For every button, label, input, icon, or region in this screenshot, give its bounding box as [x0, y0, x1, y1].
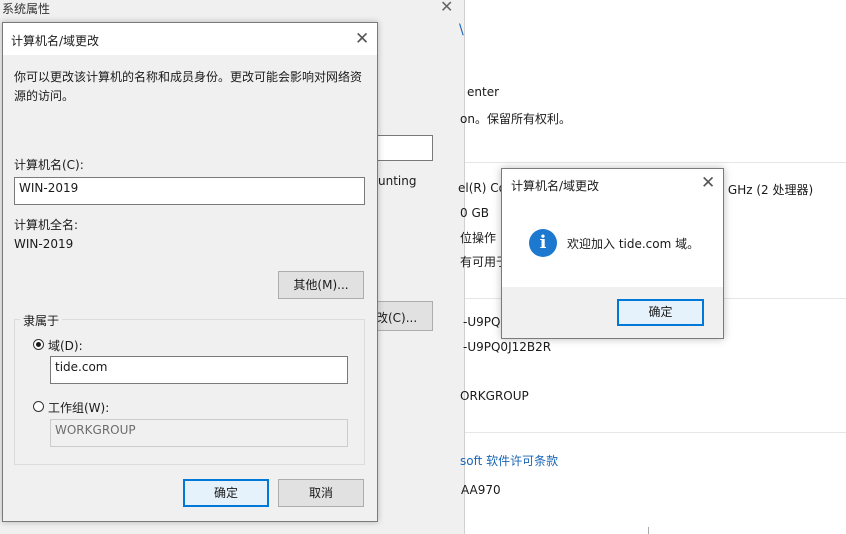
workgroup-radio-label[interactable]: 工作组(W): — [48, 399, 109, 416]
more-button[interactable]: 其他(M)... — [278, 271, 364, 299]
message-ok-button-label: 确定 — [648, 305, 673, 319]
panel-top-link[interactable]: \ — [459, 22, 464, 38]
panel-bottom-divider — [648, 527, 649, 534]
workgroup-input-value: WORKGROUP — [55, 423, 136, 437]
more-button-label: 其他(M)... — [293, 278, 349, 292]
computer-description-hint: unting — [378, 174, 417, 188]
ok-button-label: 确定 — [213, 486, 238, 500]
dialog-titlebar: 计算机名/域更改 ✕ — [3, 23, 377, 55]
message-body: 计算机名/域更改 ✕ i 欢迎加入 tide.com 域。 — [502, 169, 723, 287]
cancel-button[interactable]: 取消 — [278, 479, 364, 507]
message-close-icon[interactable]: ✕ — [701, 175, 715, 192]
computer-name-text: -U9PQ — [463, 315, 501, 329]
dialog-description-line-2: 源的访问。 — [14, 89, 75, 103]
windows-edition-text: enter — [467, 85, 500, 99]
panel-separator — [465, 432, 846, 433]
member-of-label: 隶属于 — [20, 312, 63, 329]
full-name-label: 计算机全名: — [14, 218, 79, 232]
full-computer-name-text: -U9PQ0J12B2R — [463, 340, 552, 354]
message-ok-button[interactable]: 确定 — [617, 299, 704, 326]
computer-name-value: WIN-2019 — [19, 181, 79, 195]
domain-input-value: tide.com — [55, 360, 108, 374]
system-properties-title: 系统属性 — [2, 2, 51, 16]
computer-name-label: 计算机名(C): — [14, 158, 84, 172]
info-icon: i — [529, 229, 557, 257]
panel-separator — [465, 162, 846, 163]
memory-text: 0 GB — [460, 206, 489, 220]
computer-description-field[interactable] — [378, 135, 433, 161]
domain-input[interactable]: tide.com — [50, 356, 348, 384]
domain-radio-label[interactable]: 域(D): — [48, 337, 83, 354]
welcome-message-dialog: 计算机名/域更改 ✕ i 欢迎加入 tide.com 域。 确定 — [501, 168, 724, 339]
processor-text: el(R) Co — [458, 181, 506, 195]
dialog-description-line-1: 你可以更改该计算机的名称和成员身份。更改可能会影响对网络资 — [14, 70, 363, 84]
copyright-text: on。保留所有权利。 — [460, 112, 571, 126]
product-id-text: AA970 — [461, 483, 501, 497]
full-name-value: WIN-2019 — [14, 237, 74, 251]
system-properties-close-icon[interactable]: ✕ — [440, 0, 453, 16]
welcome-message-text: 欢迎加入 tide.com 域。 — [567, 237, 700, 251]
workgroup-radio[interactable] — [33, 401, 44, 412]
change-button[interactable]: 改(C)... — [376, 301, 433, 331]
domain-radio[interactable] — [33, 339, 44, 350]
dialog-title: 计算机名/域更改 — [11, 34, 100, 48]
workgroup-input: WORKGROUP — [50, 419, 348, 447]
ok-button[interactable]: 确定 — [183, 479, 269, 507]
message-title: 计算机名/域更改 — [511, 179, 600, 193]
system-type-text: 位操作 — [460, 231, 497, 245]
dialog-close-icon[interactable]: ✕ — [355, 31, 369, 48]
computer-name-dialog: 计算机名/域更改 ✕ 你可以更改该计算机的名称和成员身份。更改可能会影响对网络资… — [2, 22, 378, 522]
workgroup-text: ORKGROUP — [460, 389, 529, 403]
cancel-button-label: 取消 — [308, 486, 333, 500]
computer-name-input[interactable]: WIN-2019 — [14, 177, 365, 205]
change-button-label: 改(C)... — [376, 311, 418, 325]
license-terms-link[interactable]: soft 软件许可条款 — [460, 452, 558, 469]
